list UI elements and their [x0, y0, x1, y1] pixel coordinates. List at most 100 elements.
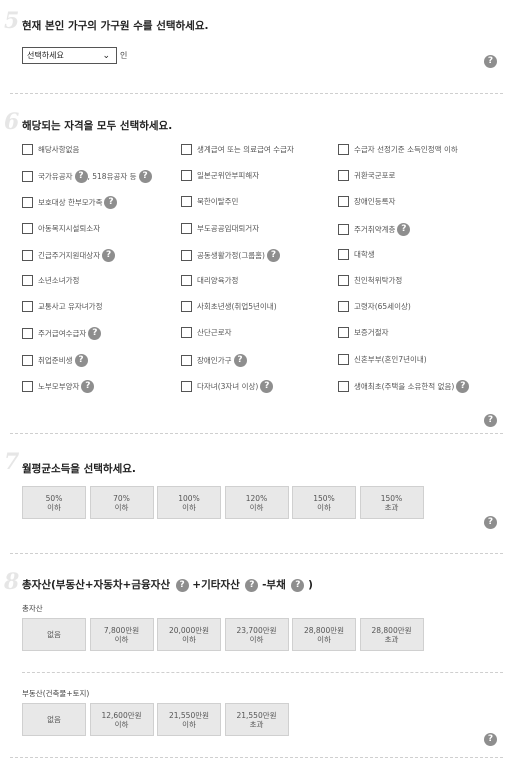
qualification-option[interactable]: 취업준비생?: [22, 353, 88, 367]
qualification-option[interactable]: 보증거절자: [338, 327, 389, 339]
help-icon[interactable]: ?: [233, 353, 247, 367]
checkbox[interactable]: [338, 223, 349, 235]
total-assets-option[interactable]: 7,800만원 이하: [89, 618, 154, 651]
checkbox[interactable]: [338, 275, 349, 286]
total-assets-option[interactable]: 28,800만원 초과: [359, 618, 424, 651]
checkbox[interactable]: [338, 353, 349, 365]
help-icon[interactable]: ?: [484, 733, 497, 746]
qualification-option[interactable]: 고령자(65세이상): [338, 301, 411, 313]
checkbox[interactable]: [22, 275, 33, 286]
help-icon[interactable]: ?: [102, 248, 116, 262]
qualification-option[interactable]: 긴급주거지원대상자?: [22, 248, 116, 262]
checkbox[interactable]: [338, 380, 349, 392]
qualification-option[interactable]: 장애인등록자: [338, 196, 395, 208]
total-assets-option[interactable]: 20,000만원 이하: [157, 618, 221, 651]
real-estate-label: 부동산(건축물+토지): [22, 689, 90, 698]
help-icon[interactable]: ?: [484, 516, 497, 529]
checkbox[interactable]: [338, 144, 349, 155]
help-icon[interactable]: ?: [260, 379, 274, 393]
qualification-option[interactable]: 주거급여수급자?: [22, 327, 102, 341]
qualification-option[interactable]: 노부모부양자?: [22, 379, 95, 393]
checkbox[interactable]: [181, 249, 192, 261]
qualification-option[interactable]: 주거취약계층?: [338, 222, 411, 236]
help-icon[interactable]: ?: [266, 248, 280, 262]
real-estate-option[interactable]: 없음: [22, 703, 86, 736]
qualification-option[interactable]: 부도공공임대퇴거자: [181, 222, 259, 234]
help-icon[interactable]: ?: [104, 196, 118, 210]
checkbox[interactable]: [181, 144, 192, 155]
qualification-option[interactable]: 친인척위탁가정: [338, 275, 402, 286]
qualification-option[interactable]: 생애최초(주택을 소유한적 없음)?: [338, 379, 470, 393]
checkbox[interactable]: [22, 301, 33, 313]
checkbox[interactable]: [181, 222, 192, 234]
checkbox[interactable]: [338, 327, 349, 339]
income-option[interactable]: 70% 이하: [89, 486, 154, 519]
help-icon[interactable]: ?: [291, 578, 305, 592]
qualification-option[interactable]: 산단근로자: [181, 327, 232, 339]
help-icon[interactable]: ?: [74, 353, 88, 367]
checkbox[interactable]: [181, 327, 192, 339]
qualification-option[interactable]: 보호대상 한부모가족?: [22, 196, 118, 210]
checkbox[interactable]: [338, 301, 349, 313]
qualification-option[interactable]: 아동복지시설퇴소자: [22, 222, 100, 234]
help-icon[interactable]: ?: [456, 379, 470, 393]
qualification-option[interactable]: 북한이탈주민: [181, 196, 238, 208]
total-assets-option[interactable]: 28,800만원 이하: [292, 618, 356, 651]
checkbox[interactable]: [22, 380, 33, 392]
total-assets-option[interactable]: 23,700만원 이하: [224, 618, 289, 651]
checkbox[interactable]: [22, 354, 33, 366]
checkbox[interactable]: [22, 249, 33, 261]
checkbox[interactable]: [338, 196, 349, 208]
qualification-option[interactable]: 국가유공자?, 518유공자 등?: [22, 170, 152, 184]
help-icon[interactable]: ?: [484, 414, 497, 427]
qualification-option[interactable]: 공동생활가정(그룹홈)?: [181, 248, 280, 262]
checkbox[interactable]: [181, 196, 192, 208]
income-option[interactable]: 150% 이하: [292, 486, 356, 519]
option-label: 귀환국군포로: [354, 171, 396, 181]
checkbox[interactable]: [181, 275, 192, 286]
help-icon[interactable]: ?: [138, 170, 152, 184]
qualification-option[interactable]: 대리양육가정: [181, 275, 238, 286]
checkbox[interactable]: [22, 144, 33, 155]
help-icon[interactable]: ?: [397, 222, 411, 236]
checkbox[interactable]: [338, 170, 349, 182]
qualification-option[interactable]: 일본군위안부피해자: [181, 170, 259, 182]
checkbox[interactable]: [338, 248, 349, 260]
qualification-option[interactable]: 소년소녀가정: [22, 275, 79, 286]
checkbox[interactable]: [22, 222, 33, 234]
qualification-option[interactable]: 교통사고 유자녀가정: [22, 301, 102, 313]
income-option[interactable]: 100% 이하: [157, 486, 221, 519]
divider: [10, 433, 503, 434]
qualification-option[interactable]: 귀환국군포로: [338, 170, 396, 182]
help-icon[interactable]: ?: [245, 578, 259, 592]
income-option[interactable]: 50% 이하: [22, 486, 86, 519]
qualification-option[interactable]: 해당사항없음: [22, 144, 79, 155]
checkbox[interactable]: [22, 328, 33, 340]
checkbox[interactable]: [22, 171, 33, 183]
checkbox[interactable]: [22, 197, 33, 209]
help-icon[interactable]: ?: [81, 379, 95, 393]
total-assets-option[interactable]: 없음: [22, 618, 86, 651]
help-icon[interactable]: ?: [88, 327, 102, 341]
qualification-option[interactable]: 신혼부부(혼인7년이내): [338, 353, 427, 365]
income-option[interactable]: 120% 이하: [224, 486, 289, 519]
help-icon[interactable]: ?: [175, 578, 189, 592]
qualification-option[interactable]: 다자녀(3자녀 이상)?: [181, 379, 274, 393]
real-estate-option[interactable]: 21,550만원 이하: [157, 703, 221, 736]
checkbox[interactable]: [181, 354, 192, 366]
qualification-option[interactable]: 사회초년생(취업5년이내): [181, 301, 277, 313]
qualification-option[interactable]: 장애인가구?: [181, 353, 247, 367]
household-size-select[interactable]: 선택하세요 ⌄: [22, 47, 117, 64]
qualification-option[interactable]: 생계급여 또는 의료급여 수급자: [181, 144, 294, 155]
select-value: 선택하세요: [27, 51, 64, 60]
qualification-option[interactable]: 대학생: [338, 248, 375, 260]
checkbox[interactable]: [181, 380, 192, 392]
help-icon[interactable]: ?: [484, 55, 497, 68]
qualification-option[interactable]: 수급자 선정기준 소득인정액 이하: [338, 144, 458, 155]
real-estate-option[interactable]: 12,600만원 이하: [89, 703, 154, 736]
checkbox[interactable]: [181, 301, 192, 313]
income-option[interactable]: 150% 초과: [359, 486, 424, 519]
help-icon[interactable]: ?: [74, 170, 88, 184]
checkbox[interactable]: [181, 170, 192, 182]
real-estate-option[interactable]: 21,550만원 초과: [224, 703, 289, 736]
